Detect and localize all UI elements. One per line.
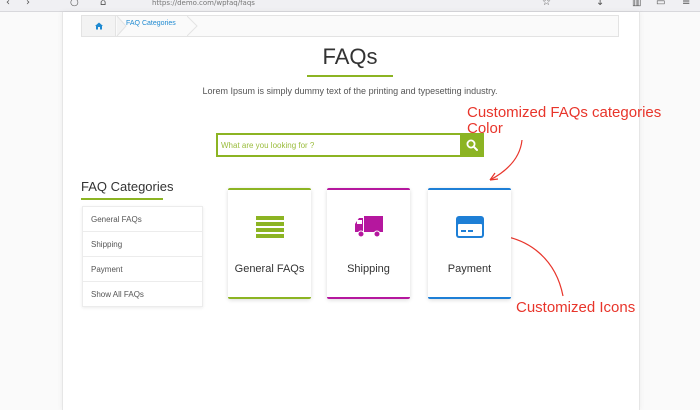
sidebar-item-general-faqs[interactable]: General FAQs	[83, 207, 202, 232]
category-card-payment[interactable]: Payment	[428, 188, 511, 299]
card-accent-top	[228, 188, 311, 190]
category-list: General FAQs Shipping Payment Show All F…	[82, 206, 203, 307]
truck-icon	[355, 216, 383, 238]
annotation-icons: Customized Icons	[516, 299, 636, 316]
sidebar-heading: FAQ Categories	[81, 179, 174, 194]
annotation-line: Color	[467, 120, 503, 137]
sidebar-item-shipping[interactable]: Shipping	[83, 232, 202, 257]
credit-card-icon	[456, 216, 484, 238]
card-label: Payment	[447, 263, 492, 275]
category-card-general-faqs[interactable]: General FAQs	[228, 188, 311, 299]
sidebar-heading-underline	[81, 198, 163, 200]
card-accent-top	[327, 188, 410, 190]
sidebar-item-show-all[interactable]: Show All FAQs	[83, 282, 202, 307]
card-accent-bottom	[428, 297, 511, 299]
annotation-line: Customized FAQs categories	[467, 104, 662, 121]
card-accent-top	[428, 188, 511, 190]
category-card-shipping[interactable]: Shipping	[327, 188, 410, 299]
annotation-categories-color: Customized FAQs categories Color	[467, 105, 661, 137]
card-label: Shipping	[347, 263, 390, 275]
card-label: General FAQs	[234, 263, 305, 275]
card-accent-bottom	[327, 297, 410, 299]
list-bars-icon	[256, 216, 284, 238]
card-accent-bottom	[228, 297, 311, 299]
sidebar-item-payment[interactable]: Payment	[83, 257, 202, 282]
